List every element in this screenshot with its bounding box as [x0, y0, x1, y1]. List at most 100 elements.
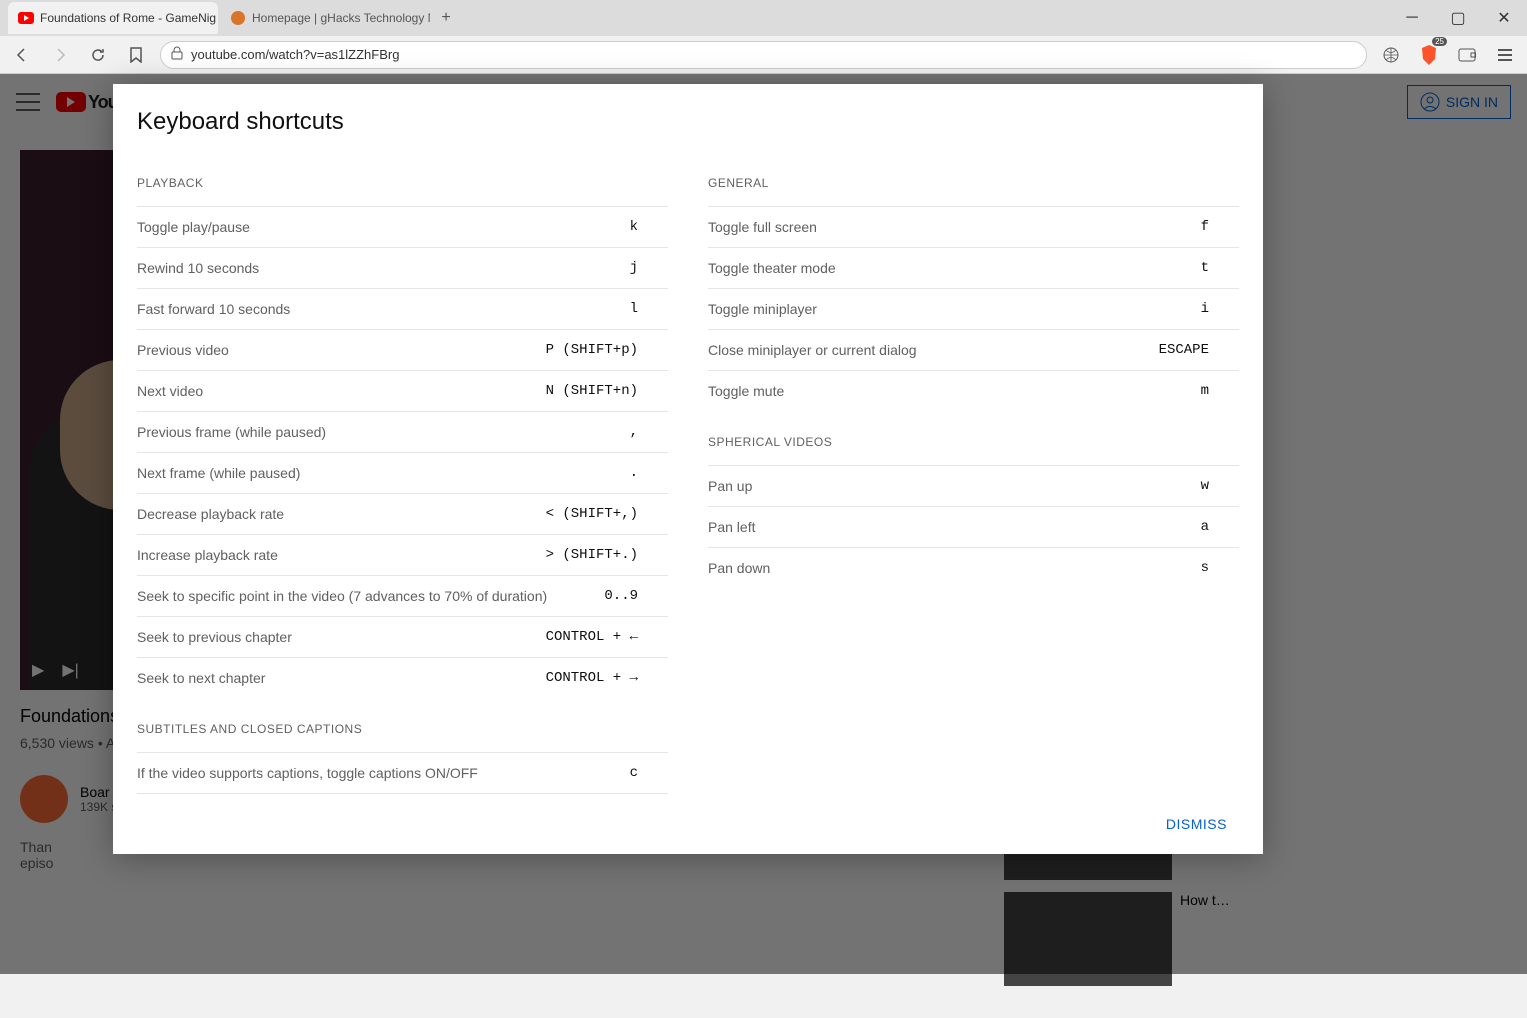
shortcut-key: P (SHIFT+p) [546, 342, 668, 358]
shortcut-key: t [1201, 260, 1239, 276]
browser-chrome: Foundations of Rome - GameNig ✕ Homepage… [0, 0, 1527, 74]
shortcut-key: 0..9 [604, 588, 668, 604]
forward-button [46, 41, 74, 69]
shortcut-row: Fast forward 10 seconds l [137, 288, 668, 329]
shortcut-label: If the video supports captions, toggle c… [137, 765, 478, 781]
shortcut-row: Previous video P (SHIFT+p) [137, 329, 668, 370]
shortcut-key: l [630, 301, 668, 317]
shortcut-row: Seek to previous chapter CONTROL + ← [137, 616, 668, 657]
shortcut-label: Rewind 10 seconds [137, 260, 259, 276]
shortcut-key: c [630, 765, 668, 781]
shortcut-row: If the video supports captions, toggle c… [137, 752, 668, 793]
translate-icon[interactable] [1377, 41, 1405, 69]
dialog-actions: DISMISS [113, 794, 1263, 854]
reload-button[interactable] [84, 41, 112, 69]
maximize-button[interactable]: ▢ [1435, 2, 1481, 34]
shortcut-label: Previous video [137, 342, 229, 358]
dismiss-button[interactable]: DISMISS [1150, 806, 1243, 842]
shortcut-row: Next frame (while paused) . [137, 452, 668, 493]
shortcut-row: Pan down s [708, 547, 1239, 588]
shortcut-key: j [630, 260, 668, 276]
address-bar: youtube.com/watch?v=as1lZZhFBrg 25 [0, 36, 1527, 74]
shortcut-label: Seek to specific point in the video (7 a… [137, 588, 547, 604]
shortcut-key: . [630, 465, 668, 481]
bookmark-button[interactable] [122, 41, 150, 69]
tab-inactive[interactable]: Homepage | gHacks Technology News [220, 2, 430, 34]
shortcut-label: Previous frame (while paused) [137, 424, 326, 440]
shortcut-label: Pan up [708, 478, 752, 494]
shortcut-key: w [1201, 478, 1239, 494]
url-text: youtube.com/watch?v=as1lZZhFBrg [191, 47, 399, 62]
dialog-content[interactable]: Keyboard shortcuts PLAYBACK Toggle play/… [113, 84, 1263, 794]
shortcut-label: Close miniplayer or current dialog [708, 342, 917, 358]
shield-count-badge: 25 [1432, 37, 1447, 46]
shortcut-key: ESCAPE [1159, 342, 1239, 358]
minimize-button[interactable]: ─ [1389, 2, 1435, 34]
section-title: SPHERICAL VIDEOS [708, 435, 1239, 449]
shortcut-row: Previous frame (while paused) , [137, 411, 668, 452]
shortcut-label: Seek to next chapter [137, 670, 265, 686]
lock-icon [171, 46, 183, 63]
shortcut-label: Decrease playback rate [137, 506, 284, 522]
keyboard-shortcuts-dialog: Keyboard shortcuts PLAYBACK Toggle play/… [113, 84, 1263, 854]
url-input[interactable]: youtube.com/watch?v=as1lZZhFBrg [160, 41, 1367, 69]
shortcut-label: Fast forward 10 seconds [137, 301, 290, 317]
shortcut-key: f [1201, 219, 1239, 235]
shortcut-row: Toggle miniplayer i [708, 288, 1239, 329]
shortcut-key: , [630, 424, 668, 440]
shortcut-row: Increase playback rate > (SHIFT+.) [137, 534, 668, 575]
shortcut-row: Rotate through different text opacity le… [137, 793, 668, 794]
shortcut-label: Next video [137, 383, 203, 399]
shortcut-label: Seek to previous chapter [137, 629, 292, 645]
shortcut-key: CONTROL + ← [546, 629, 668, 645]
shortcut-row: Toggle mute m [708, 370, 1239, 411]
shortcut-key: a [1201, 519, 1239, 535]
shortcut-key: N (SHIFT+n) [546, 383, 668, 399]
menu-button[interactable] [1491, 41, 1519, 69]
shortcut-row: Rewind 10 seconds j [137, 247, 668, 288]
shortcut-key: > (SHIFT+.) [546, 547, 668, 563]
brave-shield-icon[interactable]: 25 [1415, 41, 1443, 69]
shortcut-label: Pan left [708, 519, 755, 535]
shortcut-row: Decrease playback rate < (SHIFT+,) [137, 493, 668, 534]
shortcut-key: m [1201, 383, 1239, 399]
tab-title: Homepage | gHacks Technology News [252, 11, 430, 25]
new-tab-button[interactable]: + [432, 4, 460, 32]
ghacks-favicon-icon [230, 10, 246, 26]
toolbar-right: 25 [1377, 41, 1519, 69]
shortcut-key: CONTROL + → [546, 670, 668, 686]
section-title: SUBTITLES AND CLOSED CAPTIONS [137, 722, 668, 736]
shortcut-row: Seek to specific point in the video (7 a… [137, 575, 668, 616]
shortcut-label: Toggle miniplayer [708, 301, 817, 317]
shortcut-row: Seek to next chapter CONTROL + → [137, 657, 668, 698]
shortcut-label: Toggle mute [708, 383, 784, 399]
tab-title: Foundations of Rome - GameNig [40, 11, 216, 25]
shortcut-row: Pan up w [708, 465, 1239, 506]
shortcut-row: Next video N (SHIFT+n) [137, 370, 668, 411]
shortcut-label: Toggle theater mode [708, 260, 836, 276]
back-button[interactable] [8, 41, 36, 69]
section-title: GENERAL [708, 176, 1239, 190]
shortcut-label: Next frame (while paused) [137, 465, 300, 481]
tab-active[interactable]: Foundations of Rome - GameNig ✕ [8, 2, 218, 34]
close-window-button[interactable]: ✕ [1481, 2, 1527, 34]
section-title: PLAYBACK [137, 176, 668, 190]
shortcut-row: Toggle theater mode t [708, 247, 1239, 288]
dialog-title: Keyboard shortcuts [137, 108, 1239, 136]
shortcut-label: Toggle full screen [708, 219, 817, 235]
shortcut-row: Close miniplayer or current dialog ESCAP… [708, 329, 1239, 370]
window-controls: ─ ▢ ✕ [1389, 2, 1527, 34]
shortcut-label: Toggle play/pause [137, 219, 250, 235]
shortcut-key: i [1201, 301, 1239, 317]
tab-strip: Foundations of Rome - GameNig ✕ Homepage… [0, 0, 1527, 36]
youtube-favicon-icon [18, 10, 34, 26]
wallet-icon[interactable] [1453, 41, 1481, 69]
shortcut-row: Toggle play/pause k [137, 206, 668, 247]
shortcut-key: k [630, 219, 668, 235]
shortcut-row: Pan left a [708, 506, 1239, 547]
shortcut-label: Increase playback rate [137, 547, 278, 563]
shortcut-row: Toggle full screen f [708, 206, 1239, 247]
shortcut-key: < (SHIFT+,) [546, 506, 668, 522]
shortcut-label: Pan down [708, 560, 770, 576]
shortcut-key: s [1201, 560, 1239, 576]
